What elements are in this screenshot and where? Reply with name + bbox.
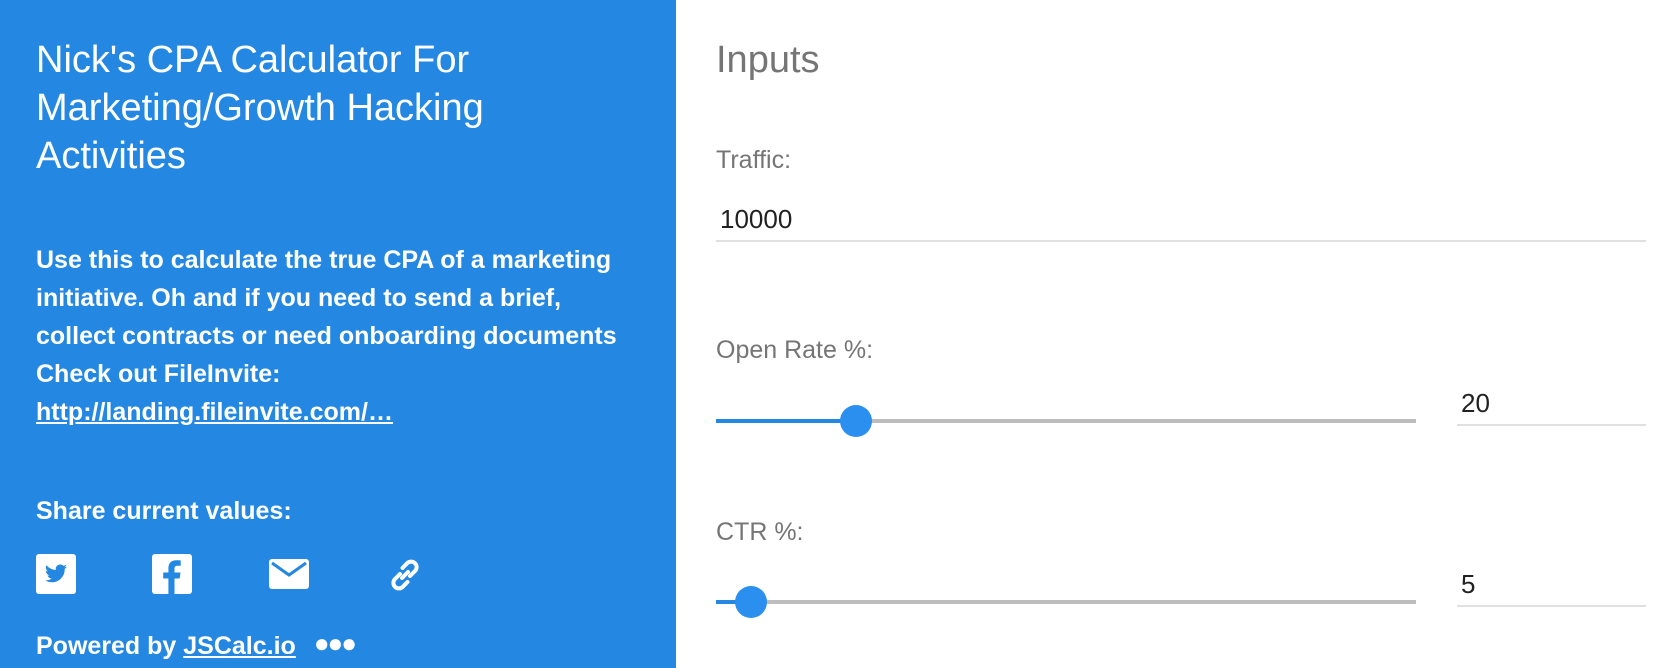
open-rate-slider-fill — [716, 419, 856, 423]
traffic-label: Traffic: — [716, 146, 792, 174]
powered-by: Powered by JSCalc.io ●●● — [36, 624, 357, 665]
open-rate-input[interactable] — [1457, 382, 1646, 426]
share-label: Share current values: — [36, 497, 292, 525]
twitter-share-button[interactable] — [36, 554, 78, 598]
open-rate-slider[interactable] — [716, 400, 1416, 440]
description-text: Use this to calculate the true CPA of a … — [36, 246, 617, 388]
email-share-button[interactable] — [268, 554, 310, 598]
ctr-input[interactable] — [1457, 563, 1646, 607]
calculator-description: Use this to calculate the true CPA of a … — [36, 241, 636, 431]
calculator-title: Nick's CPA Calculator For Marketing/Grow… — [36, 39, 484, 177]
inputs-panel: Inputs Traffic: Open Rate %: CTR %: — [676, 0, 1659, 668]
link-icon — [391, 559, 419, 591]
more-dots-icon[interactable]: ●●● — [314, 624, 357, 662]
facebook-share-button[interactable] — [152, 554, 194, 598]
link-share-button[interactable] — [384, 554, 426, 598]
ctr-slider-thumb[interactable] — [735, 586, 767, 618]
traffic-input[interactable] — [716, 198, 1646, 242]
ctr-slider-track — [716, 600, 1416, 604]
facebook-icon — [152, 554, 192, 594]
ctr-label: CTR %: — [716, 518, 804, 546]
fileinvite-link[interactable]: http://landing.fileinvite.com/… — [36, 393, 636, 431]
email-icon — [269, 559, 309, 589]
calculator-page: Nick's CPA Calculator For Marketing/Grow… — [0, 0, 1659, 668]
open-rate-label: Open Rate %: — [716, 336, 874, 364]
open-rate-slider-thumb[interactable] — [840, 405, 872, 437]
ctr-slider[interactable] — [716, 581, 1416, 621]
inputs-heading: Inputs — [716, 39, 820, 81]
twitter-icon — [36, 554, 76, 594]
jscalc-link[interactable]: JSCalc.io — [183, 632, 296, 660]
sidebar-panel: Nick's CPA Calculator For Marketing/Grow… — [0, 0, 676, 668]
powered-by-text: Powered by — [36, 632, 184, 660]
